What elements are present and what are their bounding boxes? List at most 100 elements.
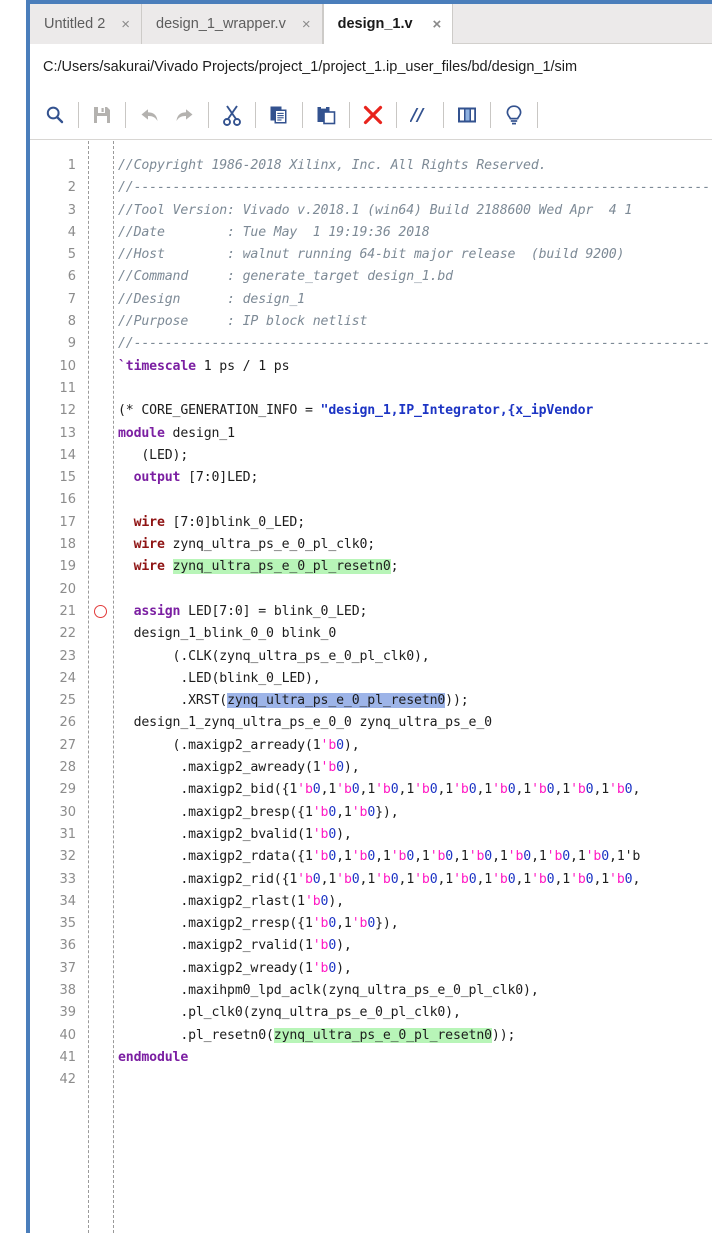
code-line[interactable]: 36 .maxigp2_rvalid(1'b0),	[30, 935, 712, 957]
tab-bar-filler	[453, 4, 712, 43]
undo-button[interactable]	[131, 95, 167, 135]
code-line[interactable]: 27 (.maxigp2_arready(1'b0),	[30, 735, 712, 757]
code-line[interactable]: 31 .maxigp2_bvalid(1'b0),	[30, 824, 712, 846]
code-line[interactable]: 8//Purpose : IP block netlist	[30, 311, 712, 333]
line-number: 21	[30, 601, 76, 623]
code-line-text: (.maxigp2_arready(1'b0),	[118, 735, 360, 757]
indent-icon	[457, 106, 477, 124]
code-line[interactable]: 40 .pl_resetn0(zynq_ultra_ps_e_0_pl_rese…	[30, 1025, 712, 1047]
code-line[interactable]: 20	[30, 579, 712, 601]
delete-button[interactable]	[355, 95, 391, 135]
code-line[interactable]: 22 design_1_blink_0_0 blink_0	[30, 623, 712, 645]
code-line-text: .maxigp2_bvalid(1'b0),	[118, 824, 352, 846]
code-line-text: .maxigp2_bresp({1'b0,1'b0}),	[118, 802, 399, 824]
close-icon[interactable]: ×	[433, 17, 442, 32]
editor-tab-2[interactable]: design_1.v ×	[323, 4, 454, 44]
line-number: 20	[30, 579, 76, 601]
line-number: 14	[30, 445, 76, 467]
cut-button[interactable]	[214, 95, 250, 135]
code-line[interactable]: 32 .maxigp2_rdata({1'b0,1'b0,1'b0,1'b0,1…	[30, 846, 712, 868]
line-number: 42	[30, 1069, 76, 1091]
code-line[interactable]: 35 .maxigp2_rresp({1'b0,1'b0}),	[30, 913, 712, 935]
redo-button[interactable]	[167, 95, 203, 135]
code-line[interactable]: 16	[30, 489, 712, 511]
code-line[interactable]: 7//Design : design_1	[30, 289, 712, 311]
code-line[interactable]: 3//Tool Version: Vivado v.2018.1 (win64)…	[30, 200, 712, 222]
code-line-text: .XRST(zynq_ultra_ps_e_0_pl_resetn0));	[118, 690, 469, 712]
code-line-text: .maxihpm0_lpd_aclk(zynq_ultra_ps_e_0_pl_…	[118, 980, 539, 1002]
redo-icon	[174, 105, 196, 125]
editor-tab-0[interactable]: Untitled 2×	[30, 4, 142, 44]
copy-button[interactable]	[261, 95, 297, 135]
code-line[interactable]: 33 .maxigp2_rid({1'b0,1'b0,1'b0,1'b0,1'b…	[30, 869, 712, 891]
cut-icon	[222, 104, 242, 126]
code-line[interactable]: 11	[30, 378, 712, 400]
code-line[interactable]: 34 .maxigp2_rlast(1'b0),	[30, 891, 712, 913]
save-button[interactable]	[84, 95, 120, 135]
line-number: 7	[30, 289, 76, 311]
code-line[interactable]: 14 (LED);	[30, 445, 712, 467]
line-number: 22	[30, 623, 76, 645]
comment-button[interactable]: //	[402, 95, 438, 135]
line-number: 10	[30, 356, 76, 378]
code-line[interactable]: 9//-------------------------------------…	[30, 333, 712, 355]
line-number: 23	[30, 646, 76, 668]
code-line[interactable]: 10`timescale 1 ps / 1 ps	[30, 356, 712, 378]
line-number: 5	[30, 244, 76, 266]
code-line[interactable]: 39 .pl_clk0(zynq_ultra_ps_e_0_pl_clk0),	[30, 1002, 712, 1024]
code-line[interactable]: 18 wire zynq_ultra_ps_e_0_pl_clk0;	[30, 534, 712, 556]
close-icon[interactable]: ×	[302, 17, 311, 32]
search-button[interactable]	[37, 95, 73, 135]
code-editor-pane[interactable]: 1//Copyright 1986-2018 Xilinx, Inc. All …	[30, 141, 712, 1233]
code-line-text: .pl_resetn0(zynq_ultra_ps_e_0_pl_resetn0…	[118, 1025, 515, 1047]
close-icon[interactable]: ×	[121, 17, 130, 32]
code-line-text: //Command : generate_target design_1.bd	[118, 266, 453, 288]
line-number: 18	[30, 534, 76, 556]
code-line[interactable]: 42	[30, 1069, 712, 1091]
code-line[interactable]: 2//-------------------------------------…	[30, 177, 712, 199]
paste-button[interactable]	[308, 95, 344, 135]
comment-icon: //	[410, 105, 430, 125]
line-number: 33	[30, 869, 76, 891]
line-number: 4	[30, 222, 76, 244]
code-line[interactable]: 4//Date : Tue May 1 19:19:36 2018	[30, 222, 712, 244]
toolbar-separator	[396, 102, 397, 128]
code-line-text: .maxigp2_rid({1'b0,1'b0,1'b0,1'b0,1'b0,1…	[118, 869, 640, 891]
code-line[interactable]: 29 .maxigp2_bid({1'b0,1'b0,1'b0,1'b0,1'b…	[30, 779, 712, 801]
code-line[interactable]: 17 wire [7:0]blink_0_LED;	[30, 512, 712, 534]
code-line[interactable]: 5//Host : walnut running 64-bit major re…	[30, 244, 712, 266]
line-number: 19	[30, 556, 76, 578]
line-number: 35	[30, 913, 76, 935]
code-line[interactable]: 23 (.CLK(zynq_ultra_ps_e_0_pl_clk0),	[30, 646, 712, 668]
line-number: 6	[30, 266, 76, 288]
code-line[interactable]: 1//Copyright 1986-2018 Xilinx, Inc. All …	[30, 155, 712, 177]
editor-tab-label: design_1.v	[338, 16, 413, 32]
line-number: 26	[30, 712, 76, 734]
code-line[interactable]: 25 .XRST(zynq_ultra_ps_e_0_pl_resetn0));	[30, 690, 712, 712]
code-line[interactable]: 38 .maxihpm0_lpd_aclk(zynq_ultra_ps_e_0_…	[30, 980, 712, 1002]
editor-tab-1[interactable]: design_1_wrapper.v ×	[142, 4, 323, 44]
line-number: 11	[30, 378, 76, 400]
code-line[interactable]: 26 design_1_zynq_ultra_ps_e_0_0 zynq_ult…	[30, 712, 712, 734]
code-line[interactable]: 19 wire zynq_ultra_ps_e_0_pl_resetn0;	[30, 556, 712, 578]
bulb-button[interactable]	[496, 95, 532, 135]
code-line-text: //Tool Version: Vivado v.2018.1 (win64) …	[118, 200, 632, 222]
code-line[interactable]: 30 .maxigp2_bresp({1'b0,1'b0}),	[30, 802, 712, 824]
code-line[interactable]: 41endmodule	[30, 1047, 712, 1069]
breakpoint-marker-icon[interactable]	[94, 605, 107, 618]
editor-tab-label: design_1_wrapper.v	[156, 16, 286, 32]
code-line[interactable]: 12(* CORE_GENERATION_INFO = "design_1,IP…	[30, 400, 712, 422]
code-line[interactable]: 13module design_1	[30, 423, 712, 445]
verilog-source-editor-window: Untitled 2×design_1_wrapper.v×design_1.v…	[0, 0, 712, 1233]
code-line-text: .maxigp2_rlast(1'b0),	[118, 891, 344, 913]
code-line[interactable]: 37 .maxigp2_wready(1'b0),	[30, 958, 712, 980]
code-line-text: wire [7:0]blink_0_LED;	[118, 512, 305, 534]
code-line[interactable]: 15 output [7:0]LED;	[30, 467, 712, 489]
code-line-text: design_1_zynq_ultra_ps_e_0_0 zynq_ultra_…	[118, 712, 492, 734]
code-line[interactable]: 6 //Command : generate_target design_1.bd	[30, 266, 712, 288]
line-number: 12	[30, 400, 76, 422]
code-line[interactable]: 28 .maxigp2_awready(1'b0),	[30, 757, 712, 779]
code-line[interactable]: 21 assign LED[7:0] = blink_0_LED;	[30, 601, 712, 623]
code-line[interactable]: 24 .LED(blink_0_LED),	[30, 668, 712, 690]
indent-button[interactable]	[449, 95, 485, 135]
